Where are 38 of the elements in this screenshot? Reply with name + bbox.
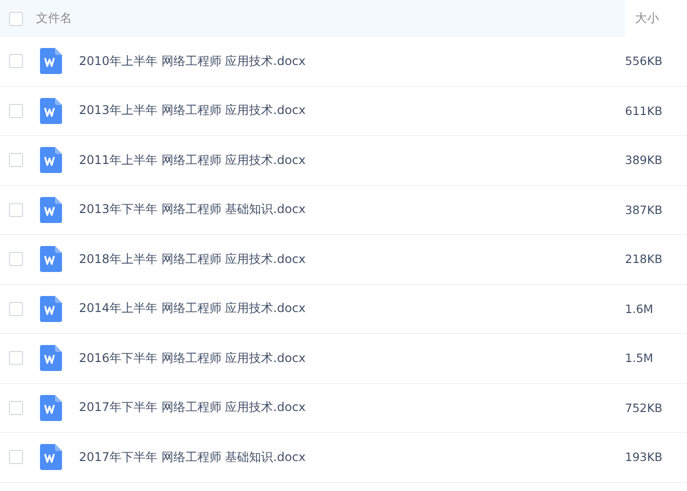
file-size: 752KB — [624, 400, 664, 415]
word-document-icon — [40, 196, 62, 223]
file-size: 389KB — [624, 153, 664, 168]
file-name[interactable]: 2017年下半年 网络工程师 应用技术.docx — [79, 399, 623, 416]
select-all-checkbox[interactable] — [9, 12, 23, 26]
word-document-icon — [40, 147, 62, 174]
file-name[interactable]: 2011年上半年 网络工程师 应用技术.docx — [79, 152, 623, 169]
file-name[interactable]: 2016年下半年 网络工程师 应用技术.docx — [79, 350, 623, 367]
word-document-icon — [40, 345, 62, 372]
word-document-icon — [40, 296, 62, 322]
file-size: 218KB — [624, 252, 664, 266]
file-name[interactable]: 2013年上半年 网络工程师 应用技术.docx — [79, 102, 623, 120]
row-checkbox[interactable] — [9, 400, 23, 415]
file-name[interactable]: 2010年上半年 网络工程师 应用技术.docx — [79, 52, 623, 70]
file-name[interactable]: 2017年下半年 网络工程师 基础知识.docx — [79, 448, 623, 466]
row-checkbox[interactable] — [9, 252, 23, 266]
row-checkbox[interactable] — [9, 153, 23, 168]
word-document-icon — [40, 48, 62, 74]
word-document-icon — [40, 394, 62, 421]
word-document-icon — [40, 98, 62, 124]
file-size: 1.6M — [624, 302, 654, 316]
row-checkbox[interactable] — [9, 302, 23, 316]
file-size: 611KB — [624, 104, 664, 118]
file-size: 387KB — [624, 202, 664, 217]
word-document-icon — [40, 246, 62, 272]
column-header[interactable]: 大小 — [625, 0, 687, 37]
row-checkbox[interactable] — [9, 104, 23, 118]
row-checkbox[interactable] — [9, 450, 23, 464]
file-size: 556KB — [624, 54, 664, 68]
word-document-icon — [40, 444, 62, 470]
row-checkbox[interactable] — [9, 351, 23, 366]
file-name[interactable]: 2013年下半年 网络工程师 基础知识.docx — [79, 201, 623, 218]
row-checkbox[interactable] — [9, 202, 23, 217]
row-checkbox[interactable] — [9, 54, 23, 68]
file-size: 1.5M — [624, 351, 654, 366]
file-name[interactable]: 2018年上半年 网络工程师 应用技术.docx — [79, 250, 623, 268]
file-size: 193KB — [624, 450, 664, 464]
file-name[interactable]: 2014年上半年 网络工程师 应用技术.docx — [79, 300, 623, 318]
